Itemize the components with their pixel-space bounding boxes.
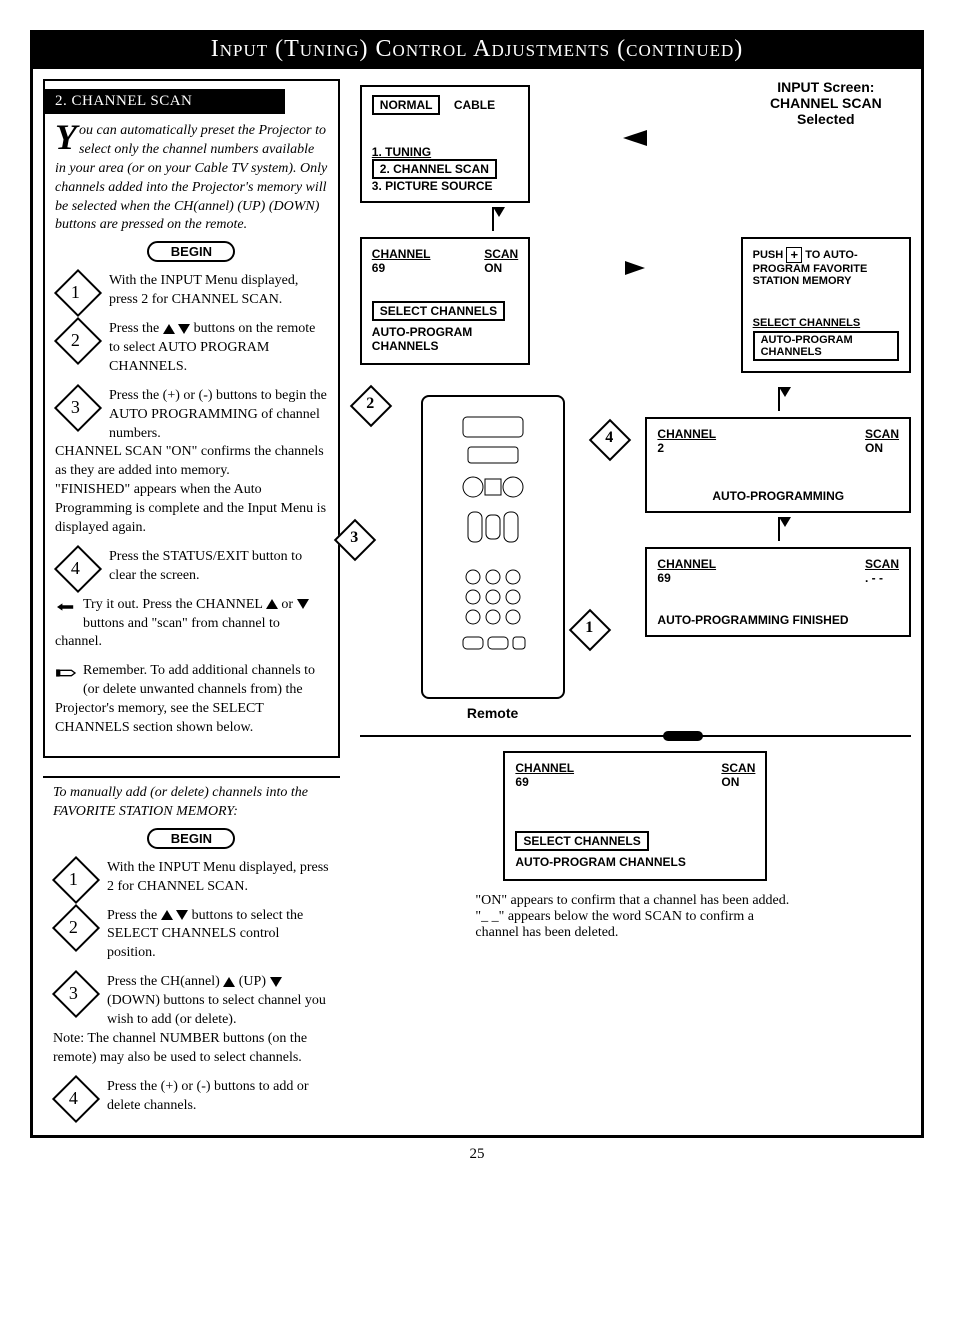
step-marker-2: 2 — [52, 903, 100, 951]
down-arrow-icon — [270, 977, 282, 987]
normal-indicator: NORMAL — [372, 95, 441, 115]
plus-icon: + — [786, 247, 802, 263]
step-marker-4: 4 — [54, 545, 102, 593]
step-2b: 2 Press the buttons to select the SELECT… — [43, 907, 340, 964]
up-arrow-icon — [163, 324, 175, 334]
bottom-notes: "ON" appears to confirm that a channel h… — [475, 893, 795, 941]
down-arrow-icon — [297, 599, 309, 609]
callout-4: 4 — [589, 419, 631, 461]
input-screen: NORMAL CABLE 1. TUNING 2. CHANNEL SCAN 3… — [360, 85, 530, 203]
step-marker-2: 2 — [54, 317, 102, 365]
menu-channel-scan: 2. CHANNEL SCAN — [372, 159, 497, 179]
remote-label: Remote — [360, 705, 626, 721]
callout-3: 3 — [334, 519, 376, 561]
section-favorite-station: To manually add (or delete) channels int… — [43, 776, 340, 1115]
step-marker-3: 3 — [54, 384, 102, 432]
begin-button[interactable]: BEGIN — [147, 241, 235, 262]
dropcap: Y — [55, 122, 79, 152]
callout-1: 1 — [569, 609, 611, 651]
step-marker-4: 4 — [52, 1075, 100, 1123]
right-arrow-icon — [625, 261, 645, 275]
intro-text: You can automatically preset the Project… — [55, 122, 328, 235]
step-1b: 1 With the INPUT Menu displayed, press 2… — [43, 859, 340, 897]
step-3: 3 Press the (+) or (-) buttons to begin … — [55, 387, 328, 538]
section-divider-icon — [360, 735, 911, 737]
step-marker-1: 1 — [52, 856, 100, 904]
manual-intro: To manually add (or delete) channels int… — [43, 778, 340, 822]
section-header-channel-scan: 2. CHANNEL SCAN — [45, 89, 285, 114]
page-body: 2. CHANNEL SCAN You can automatically pr… — [30, 69, 924, 1138]
hand-point-icon — [55, 664, 77, 682]
begin-button[interactable]: BEGIN — [147, 828, 235, 849]
step-marker-3: 3 — [52, 970, 100, 1018]
remote-diagram — [421, 395, 565, 699]
hand-icon — [55, 598, 77, 616]
down-arrow-icon — [176, 910, 188, 920]
step-4: 4 Press the STATUS/EXIT button to clear … — [55, 548, 328, 586]
right-column: NORMAL CABLE 1. TUNING 2. CHANNEL SCAN 3… — [360, 79, 911, 1125]
up-arrow-icon — [161, 910, 173, 920]
page-number: 25 — [30, 1146, 924, 1163]
channel-scan-screen: CHANNEL69 SCANON SELECT CHANNELS AUTO-PR… — [360, 237, 530, 365]
callout-2: 2 — [350, 385, 392, 427]
select-channels-screen: CHANNEL69 SCANON SELECT CHANNELS AUTO-PR… — [503, 751, 767, 881]
step-3b: 3 Press the CH(annel) (UP) (DOWN) button… — [43, 973, 340, 1067]
up-arrow-icon — [266, 599, 278, 609]
try-it-note: Try it out. Press the CHANNEL or buttons… — [55, 596, 328, 653]
caption-input-screen: INPUT Screen: CHANNEL SCAN Selected — [741, 79, 911, 127]
step-1: 1 With the INPUT Menu displayed, press 2… — [55, 272, 328, 310]
down-arrow-icon — [178, 324, 190, 334]
up-arrow-icon — [223, 977, 235, 987]
left-column: 2. CHANNEL SCAN You can automatically pr… — [43, 79, 340, 1125]
auto-prog-screen-finished: CHANNEL69 SCAN. - - AUTO-PROGRAMMING FIN… — [645, 547, 911, 637]
push-instruction-screen: PUSH + TO AUTO-PROGRAM FAVORITE STATION … — [741, 237, 911, 373]
left-arrow-icon — [623, 130, 647, 146]
step-2: 2 Press the buttons on the remote to sel… — [55, 320, 328, 377]
page-header: Input (Tuning) Control Adjustments (cont… — [30, 30, 924, 69]
auto-prog-screen-2: CHANNEL2 SCANON AUTO-PROGRAMMING — [645, 417, 911, 513]
step-marker-1: 1 — [54, 269, 102, 317]
remember-note: Remember. To add additional channels to … — [55, 662, 328, 738]
step-4b: 4 Press the (+) or (-) buttons to add or… — [43, 1078, 340, 1116]
